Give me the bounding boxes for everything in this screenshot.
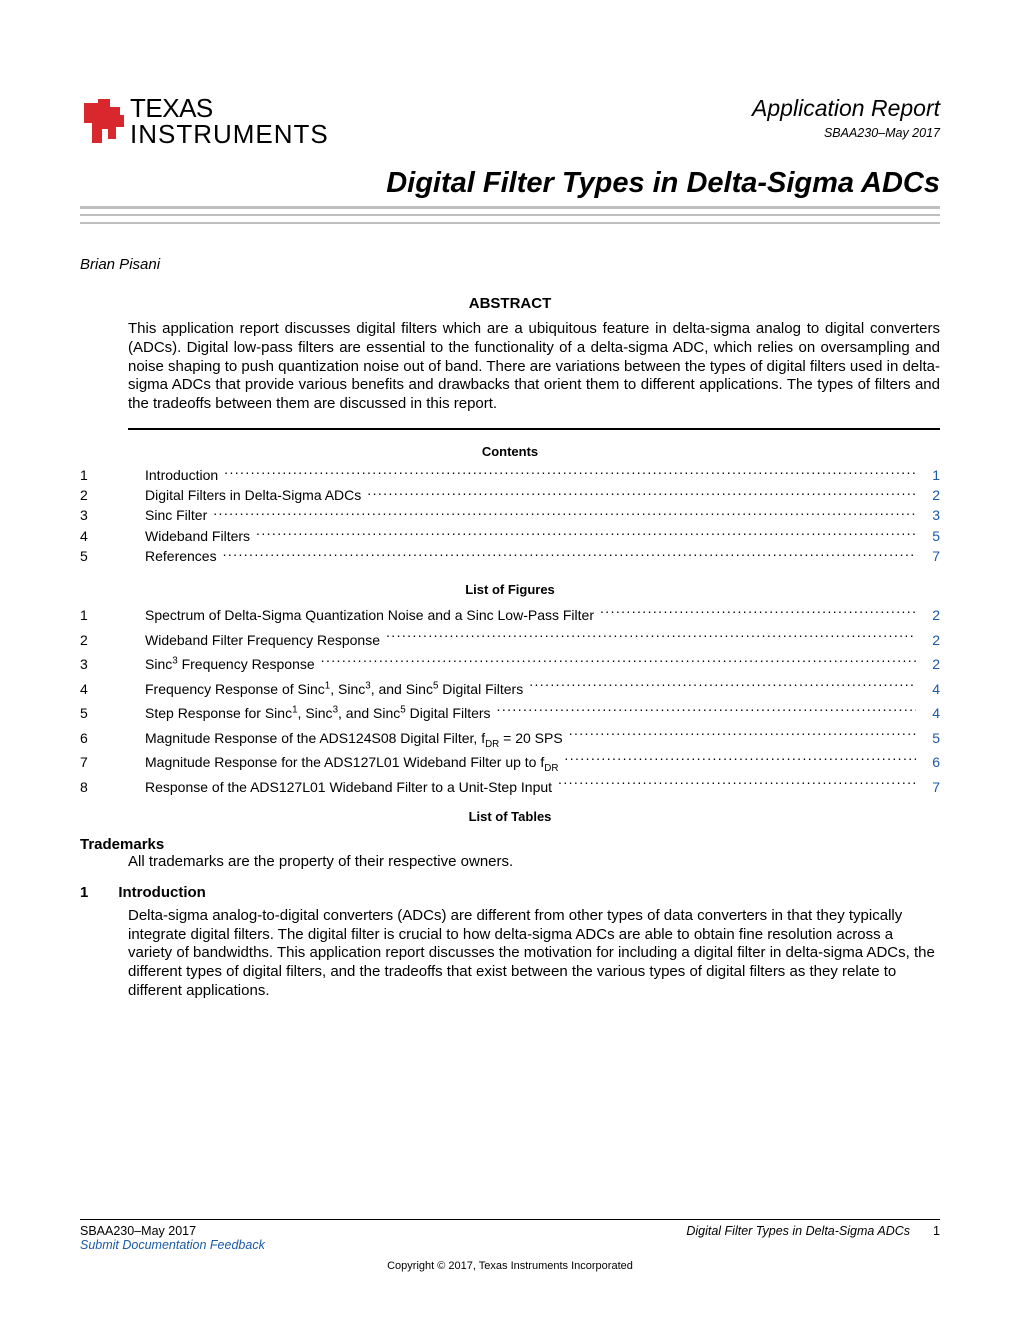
lof-label: Wideband Filter Frequency Response <box>145 628 380 653</box>
lof-label: Response of the ADS127L01 Wideband Filte… <box>145 775 552 800</box>
section-1-num: 1 <box>80 884 88 901</box>
list-of-figures: 1Spectrum of Delta-Sigma Quantization No… <box>80 603 940 799</box>
toc-label: Wideband Filters <box>145 526 250 546</box>
toc-page-link[interactable]: 2 <box>916 485 940 505</box>
lof-num: 1 <box>80 603 145 628</box>
lof-num: 2 <box>80 628 145 653</box>
toc-leader <box>250 527 916 541</box>
lof-leader <box>380 631 916 645</box>
lof-page-link[interactable]: 6 <box>916 750 940 775</box>
toc-row: 5References 7 <box>80 546 940 566</box>
lof-page-link[interactable]: 4 <box>916 677 940 702</box>
toc-row: 3Sinc Filter3 <box>80 505 940 525</box>
footer-page-number: 1 <box>910 1224 940 1238</box>
doc-id: SBAA230–May 2017 <box>752 126 940 140</box>
lof-row: 2Wideband Filter Frequency Response2 <box>80 628 940 653</box>
lof-page-link[interactable]: 2 <box>916 628 940 653</box>
lof-leader <box>523 680 916 694</box>
toc-leader <box>218 466 916 480</box>
table-of-contents: 1Introduction12Digital Filters in Delta-… <box>80 465 940 566</box>
company-name-line1: TEXAS <box>130 95 329 121</box>
toc-label: Sinc Filter <box>145 505 207 525</box>
lof-leader <box>491 704 916 718</box>
toc-row: 1Introduction1 <box>80 465 940 485</box>
list-of-tables-heading: List of Tables <box>80 809 940 824</box>
author: Brian Pisani <box>80 256 940 273</box>
lof-row: 3Sinc3 Frequency Response 2 <box>80 652 940 677</box>
toc-page-link[interactable]: 1 <box>916 465 940 485</box>
toc-num: 3 <box>80 505 145 525</box>
toc-label: References <box>145 546 217 566</box>
toc-leader <box>361 486 916 500</box>
title-rule <box>80 206 940 216</box>
copyright: Copyright © 2017, Texas Instruments Inco… <box>80 1260 940 1272</box>
footer-rule <box>80 1219 940 1220</box>
lof-page-link[interactable]: 5 <box>916 726 940 751</box>
trademarks-text: All trademarks are the property of their… <box>128 853 940 872</box>
lof-row: 4Frequency Response of Sinc1, Sinc3, and… <box>80 677 940 702</box>
lof-page-link[interactable]: 7 <box>916 775 940 800</box>
page-header: TEXAS INSTRUMENTS Application Report SBA… <box>80 95 940 149</box>
page-title: Digital Filter Types in Delta-Sigma ADCs <box>80 167 940 200</box>
toc-label: Digital Filters in Delta-Sigma ADCs <box>145 485 361 505</box>
lof-label: Step Response for Sinc1, Sinc3, and Sinc… <box>145 701 491 726</box>
title-rule2 <box>80 219 940 224</box>
abstract-text: This application report discusses digita… <box>128 320 940 414</box>
toc-page-link[interactable]: 7 <box>916 546 940 566</box>
footer-doc-id: SBAA230–May 2017 <box>80 1224 196 1238</box>
toc-page-link[interactable]: 3 <box>916 505 940 525</box>
lof-num: 5 <box>80 701 145 726</box>
lof-leader <box>558 753 916 767</box>
company-logo: TEXAS INSTRUMENTS <box>80 95 329 149</box>
lof-leader <box>315 655 916 669</box>
list-of-figures-heading: List of Figures <box>80 582 940 597</box>
lof-num: 3 <box>80 652 145 677</box>
ti-logo-icon <box>80 95 126 149</box>
lof-row: 6Magnitude Response of the ADS124S08 Dig… <box>80 726 940 751</box>
toc-num: 5 <box>80 546 145 566</box>
lof-label: Frequency Response of Sinc1, Sinc3, and … <box>145 677 523 702</box>
doc-type: Application Report <box>752 95 940 122</box>
lof-row: 7Magnitude Response for the ADS127L01 Wi… <box>80 750 940 775</box>
toc-row: 4Wideband Filters 5 <box>80 526 940 546</box>
lof-num: 6 <box>80 726 145 751</box>
toc-leader <box>217 547 916 561</box>
toc-leader <box>207 506 916 520</box>
lof-leader <box>552 778 916 792</box>
footer-title: Digital Filter Types in Delta-Sigma ADCs <box>686 1224 910 1238</box>
section-1-body: Delta-sigma analog-to-digital converters… <box>128 907 940 1001</box>
lof-row: 8Response of the ADS127L01 Wideband Filt… <box>80 775 940 800</box>
feedback-link[interactable]: Submit Documentation Feedback <box>80 1238 265 1252</box>
section-1-heading: 1 Introduction <box>80 884 940 901</box>
lof-row: 5Step Response for Sinc1, Sinc3, and Sin… <box>80 701 940 726</box>
toc-num: 1 <box>80 465 145 485</box>
toc-page-link[interactable]: 5 <box>916 526 940 546</box>
page-footer: SBAA230–May 2017 Submit Documentation Fe… <box>80 1219 940 1272</box>
lof-num: 7 <box>80 750 145 775</box>
lof-leader <box>594 606 916 620</box>
lof-page-link[interactable]: 2 <box>916 652 940 677</box>
toc-num: 4 <box>80 526 145 546</box>
lof-row: 1Spectrum of Delta-Sigma Quantization No… <box>80 603 940 628</box>
abstract-rule <box>128 428 940 430</box>
toc-row: 2Digital Filters in Delta-Sigma ADCs2 <box>80 485 940 505</box>
trademarks-heading: Trademarks <box>80 836 940 853</box>
abstract-heading: ABSTRACT <box>80 295 940 312</box>
company-name-line2: INSTRUMENTS <box>130 121 329 147</box>
lof-label: Magnitude Response for the ADS127L01 Wid… <box>145 750 558 775</box>
lof-label: Magnitude Response of the ADS124S08 Digi… <box>145 726 563 751</box>
lof-page-link[interactable]: 2 <box>916 603 940 628</box>
lof-page-link[interactable]: 4 <box>916 701 940 726</box>
lof-label: Spectrum of Delta-Sigma Quantization Noi… <box>145 603 594 628</box>
contents-heading: Contents <box>80 444 940 459</box>
lof-num: 4 <box>80 677 145 702</box>
lof-num: 8 <box>80 775 145 800</box>
toc-num: 2 <box>80 485 145 505</box>
lof-label: Sinc3 Frequency Response <box>145 652 315 677</box>
toc-label: Introduction <box>145 465 218 485</box>
section-1-title: Introduction <box>118 884 205 901</box>
lof-leader <box>563 729 916 743</box>
